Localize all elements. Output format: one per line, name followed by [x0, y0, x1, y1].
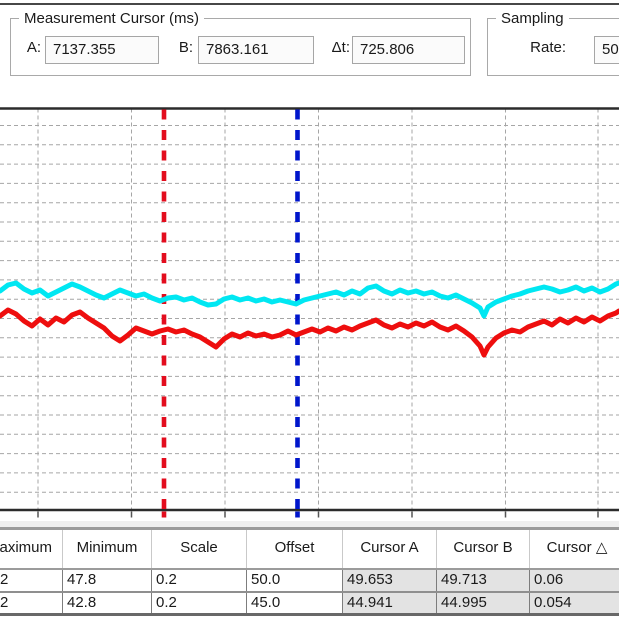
table-header-cell[interactable]: Cursor △	[530, 530, 619, 568]
table-row: 247.80.250.049.65349.7130.06	[0, 570, 619, 593]
table-cell[interactable]: 45.0	[247, 593, 343, 613]
table-cell: 44.995	[437, 593, 530, 613]
table-header-cell[interactable]: Maximum	[0, 530, 63, 568]
table-cell[interactable]: 50.0	[247, 570, 343, 591]
table-header-cell[interactable]: Cursor A	[343, 530, 437, 568]
table-cell: 0.06	[530, 570, 619, 591]
table-header-cell[interactable]: Scale	[152, 530, 247, 568]
table-cell[interactable]: 0.2	[152, 570, 247, 591]
channel-2-trace	[0, 310, 619, 355]
table-cell[interactable]: 0.2	[152, 593, 247, 613]
table-cell: 0.054	[530, 593, 619, 613]
table-row: 242.80.245.044.94144.9950.054	[0, 593, 619, 616]
table-cell: 49.713	[437, 570, 530, 591]
table-cell: 2	[0, 570, 63, 591]
measurement-table: MaximumMinimumScaleOffsetCursor ACursor …	[0, 530, 619, 616]
cursor-b-axis-marker	[295, 512, 300, 518]
app-window: Measurement Cursor (ms) A: 7137.355 B: 7…	[0, 0, 619, 618]
cursor-a-axis-marker	[162, 512, 167, 518]
table-cell: 2	[0, 593, 63, 613]
table-cell[interactable]: 42.8	[63, 593, 152, 613]
table-header-cell[interactable]: Offset	[247, 530, 343, 568]
table-header-row: MaximumMinimumScaleOffsetCursor ACursor …	[0, 530, 619, 570]
table-cell: 49.653	[343, 570, 437, 591]
table-header-cell[interactable]: Cursor B	[437, 530, 530, 568]
table-cell[interactable]: 47.8	[63, 570, 152, 591]
table-cell: 44.941	[343, 593, 437, 613]
table-header-cell[interactable]: Minimum	[63, 530, 152, 568]
